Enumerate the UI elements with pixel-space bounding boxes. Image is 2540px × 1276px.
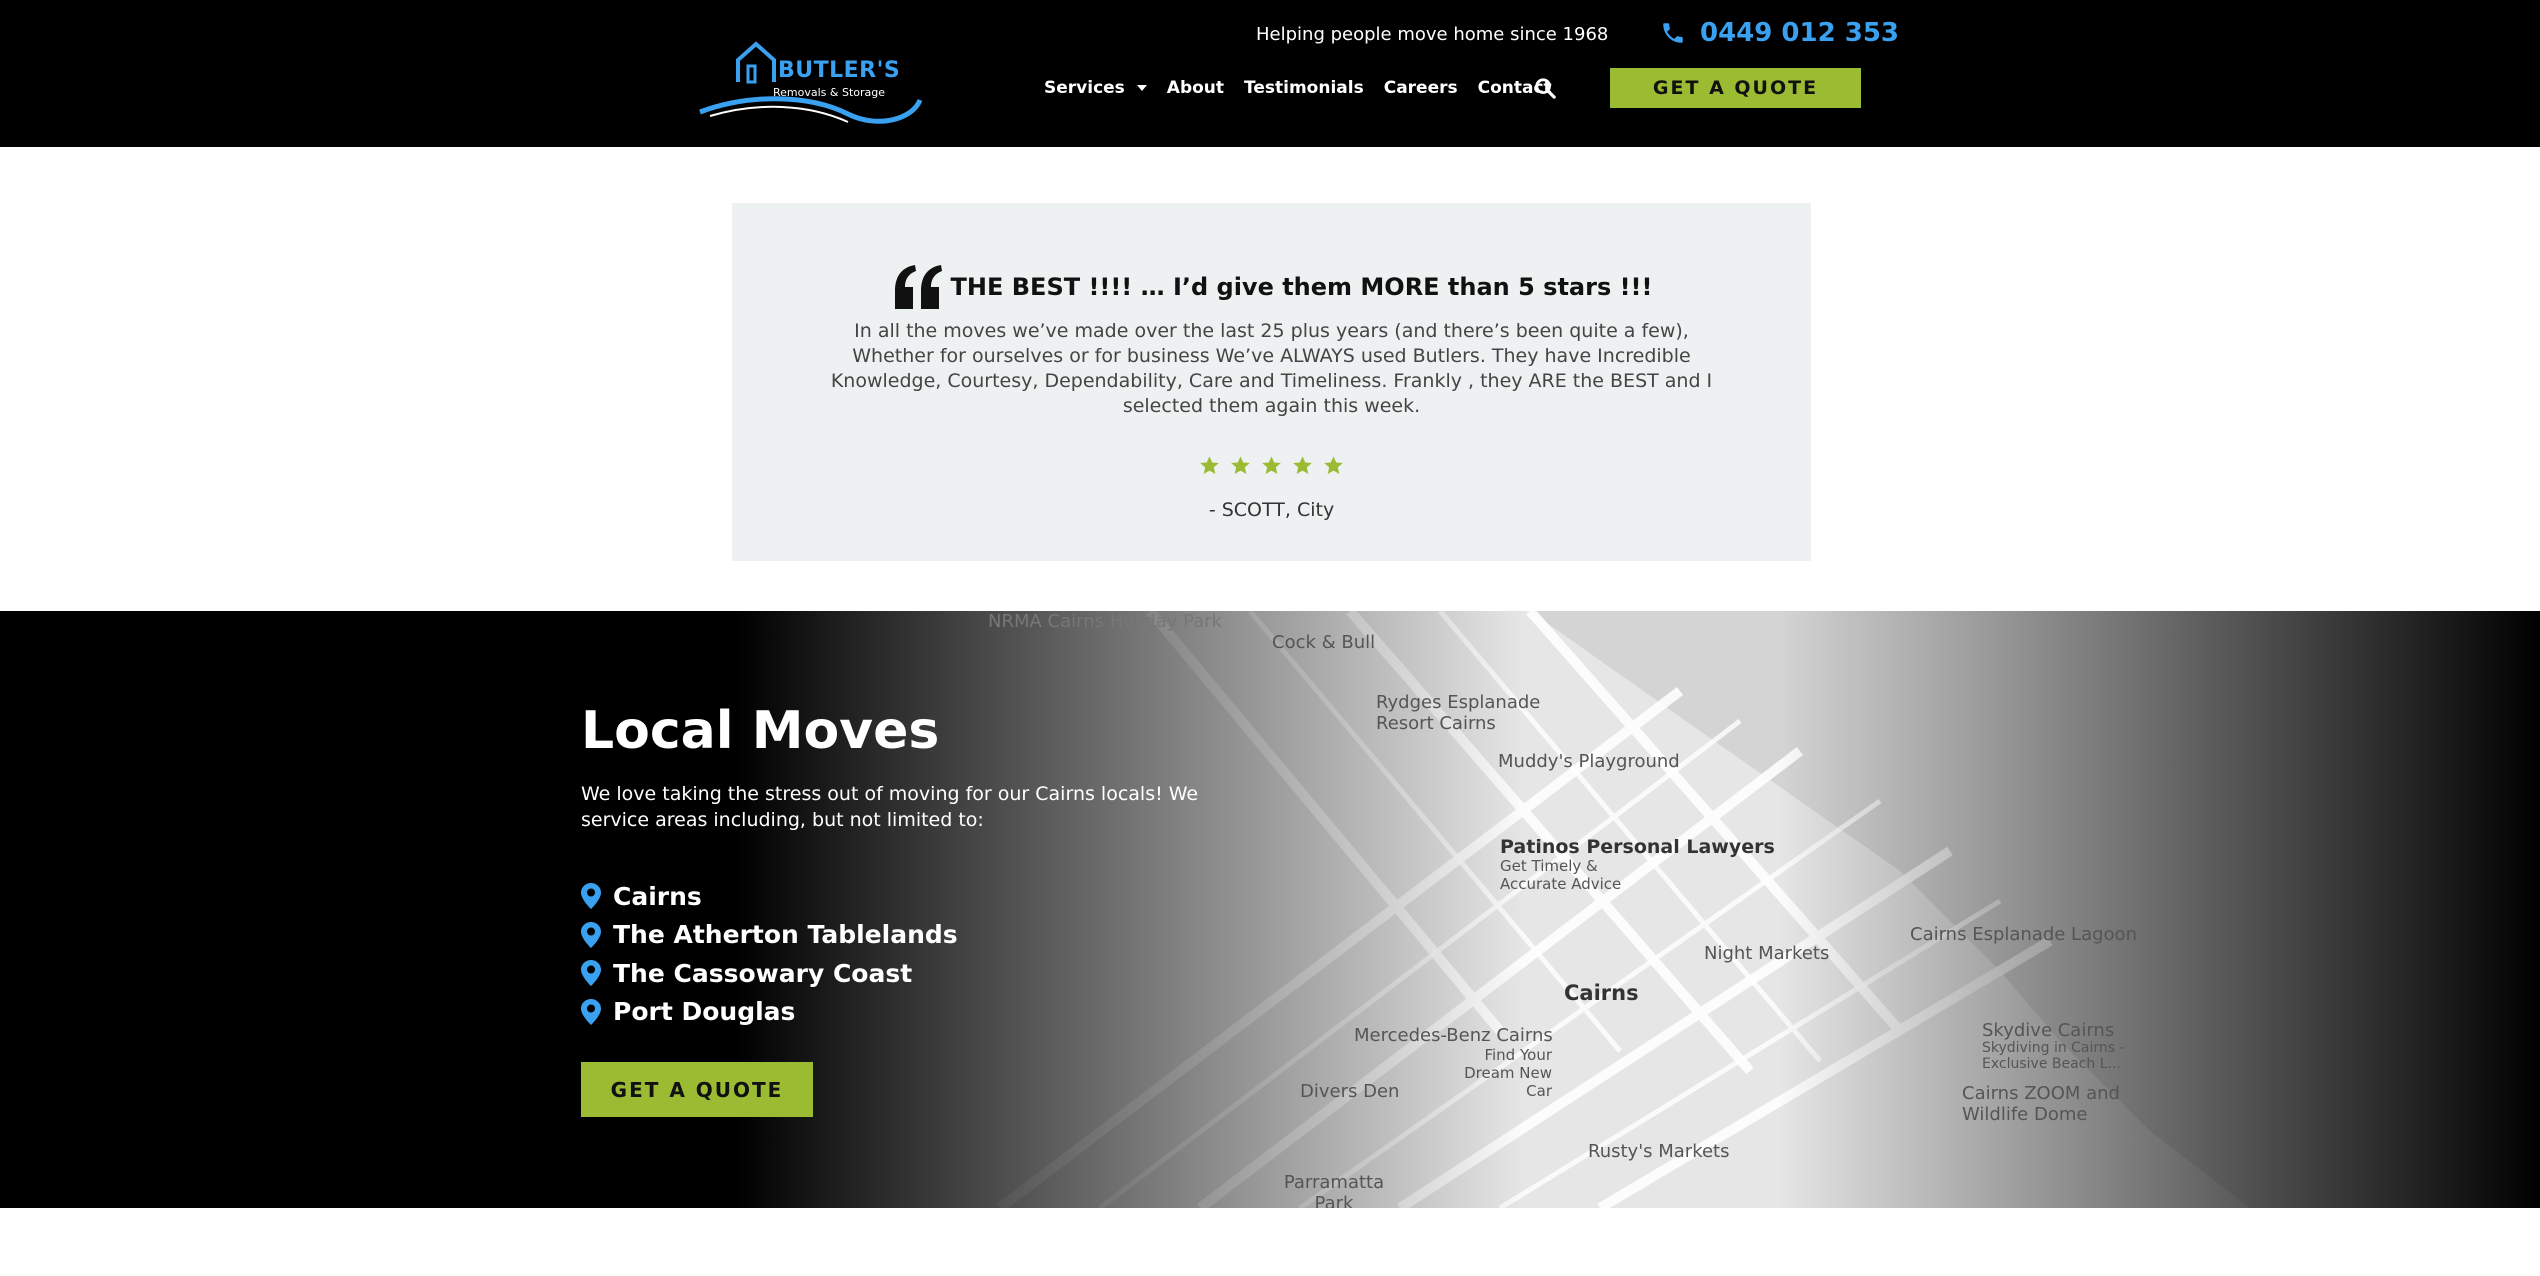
map-label-skydive-sub: Skydiving in Cairns - Exclusive Beach L.… bbox=[1982, 1040, 2125, 1072]
map-label-nrma: NRMA Cairns Holiday Park bbox=[988, 611, 1223, 632]
list-item: Port Douglas bbox=[581, 993, 958, 1032]
phone-number: 0449 012 353 bbox=[1700, 18, 1900, 48]
nav-careers[interactable]: Careers bbox=[1384, 78, 1458, 98]
map-label-cairns: Cairns bbox=[1564, 981, 1639, 1005]
local-moves-description: We love taking the stress out of moving … bbox=[581, 783, 1199, 831]
local-moves-title: Local Moves bbox=[581, 701, 940, 761]
map-pin-icon bbox=[581, 998, 601, 1025]
area-label: Port Douglas bbox=[613, 997, 796, 1027]
testimonial-card: THE BEST !!!! … I’d give them MORE than … bbox=[732, 203, 1811, 561]
map-label-rydges: Rydges Esplanade Resort Cairns bbox=[1376, 692, 1541, 734]
header-tagline: Helping people move home since 1968 bbox=[1256, 24, 1609, 45]
star-icon bbox=[1231, 456, 1250, 474]
search-icon[interactable] bbox=[1534, 77, 1556, 99]
map-pin-icon bbox=[581, 921, 601, 948]
star-icon bbox=[1262, 456, 1281, 474]
nav-testimonials[interactable]: Testimonials bbox=[1244, 78, 1364, 98]
map-label-muddys: Muddy's Playground bbox=[1498, 751, 1680, 772]
local-get-quote-button[interactable]: GET A QUOTE bbox=[581, 1062, 813, 1117]
rating-stars bbox=[732, 455, 1811, 476]
map-background bbox=[0, 611, 2540, 1208]
logo-name: BUTLER'S bbox=[778, 58, 901, 83]
logo-subtitle: Removals & Storage bbox=[773, 86, 886, 99]
site-header: BUTLER'S Removals & Storage Helping peop… bbox=[0, 0, 2540, 147]
testimonial-heading: THE BEST !!!! … I’d give them MORE than … bbox=[732, 263, 1811, 311]
map-label-skydive: Skydive Cairns bbox=[1982, 1020, 2115, 1041]
area-label: The Cassowary Coast bbox=[613, 958, 913, 988]
area-label: Cairns bbox=[613, 881, 702, 911]
chevron-down-icon[interactable] bbox=[1136, 85, 1147, 91]
list-item: The Cassowary Coast bbox=[581, 954, 958, 993]
map-pin-icon bbox=[581, 960, 601, 987]
main-nav: Services About Testimonials Careers Cont… bbox=[1044, 76, 1572, 100]
nav-services[interactable]: Services bbox=[1044, 78, 1147, 98]
get-quote-button[interactable]: GET A QUOTE bbox=[1610, 68, 1861, 108]
map-label-patinos: Patinos Personal Lawyers bbox=[1500, 836, 1775, 858]
map-label-rustys: Rusty's Markets bbox=[1588, 1141, 1730, 1162]
list-item: The Atherton Tablelands bbox=[581, 916, 958, 955]
company-logo[interactable] bbox=[698, 34, 924, 134]
phone-link[interactable]: 0449 012 353 bbox=[1660, 18, 1899, 48]
map-label-zoom: Cairns ZOOM and Wildlife Dome bbox=[1962, 1083, 2120, 1125]
phone-icon bbox=[1663, 23, 1683, 43]
map-label-esplanade-lagoon: Cairns Esplanade Lagoon bbox=[1910, 924, 2137, 945]
area-label: The Atherton Tablelands bbox=[613, 920, 958, 950]
testimonial-body: In all the moves we’ve made over the las… bbox=[830, 320, 1713, 417]
nav-services-label: Services bbox=[1044, 78, 1125, 98]
testimonial-title: THE BEST !!!! … I’d give them MORE than … bbox=[950, 273, 1653, 301]
map-label-mercedes-sub: Find Your Dream New Car bbox=[1464, 1046, 1552, 1100]
quote-icon bbox=[894, 265, 942, 309]
map-label-mercedes: Mercedes-Benz Cairns bbox=[1354, 1025, 1553, 1046]
star-icon bbox=[1293, 456, 1312, 474]
map-label-parramatta: Parramatta Park bbox=[1283, 1172, 1385, 1208]
map-label-divers-den: Divers Den bbox=[1300, 1081, 1400, 1102]
map-label-patinos-sub: Get Timely & Accurate Advice bbox=[1500, 857, 1622, 893]
list-item: Cairns bbox=[581, 877, 958, 916]
map-label-cock-bull: Cock & Bull bbox=[1272, 632, 1376, 653]
map-pin-icon bbox=[581, 883, 601, 910]
service-area-list: Cairns The Atherton Tablelands The Casso… bbox=[581, 877, 958, 1031]
local-moves-section: NRMA Cairns Holiday Park Cock & Bull Ryd… bbox=[0, 611, 2540, 1208]
nav-about[interactable]: About bbox=[1167, 78, 1224, 98]
star-icon bbox=[1200, 456, 1219, 474]
testimonial-author: - SCOTT, City bbox=[1208, 499, 1335, 521]
map-label-night-markets: Night Markets bbox=[1704, 943, 1830, 964]
star-icon bbox=[1324, 456, 1343, 474]
